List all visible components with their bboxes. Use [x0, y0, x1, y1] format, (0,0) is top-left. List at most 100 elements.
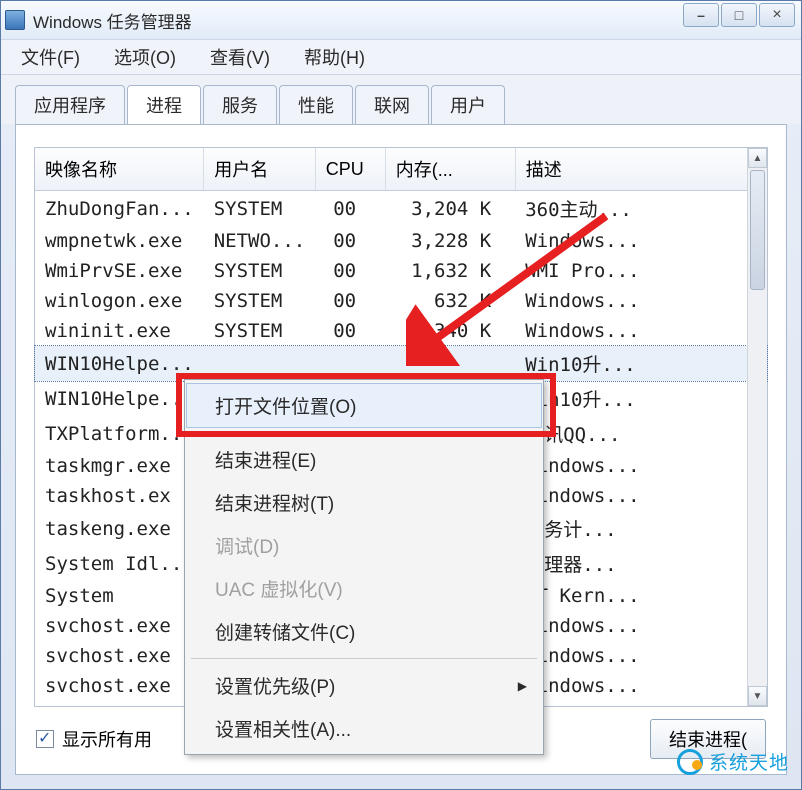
col-desc: Windows... [515, 671, 766, 701]
col-image: svchost.exe [35, 641, 204, 671]
col-image: TXPlatform... [35, 416, 204, 451]
col-desc: 任务计... [515, 511, 766, 546]
table-row[interactable]: wmpnetwk.exeNETWO...003,228 KWindows... [35, 226, 767, 256]
col-desc: Windows... [515, 481, 766, 511]
col-desc: Windows... [515, 286, 766, 316]
cm-debug: 调试(D) [187, 524, 541, 567]
tab-services[interactable]: 服务 [203, 85, 277, 124]
tab-networking[interactable]: 联网 [355, 85, 429, 124]
col-desc: Win10升... [515, 381, 766, 416]
col-image: WIN10Helpe... [35, 346, 204, 381]
col-desc: Windows... [515, 611, 766, 641]
col-desc: 处理器... [515, 546, 766, 581]
menu-file[interactable]: 文件(F) [13, 40, 88, 74]
watermark-logo-icon [677, 749, 703, 775]
col-desc: Windows... [515, 316, 766, 346]
scroll-thumb[interactable] [750, 170, 765, 290]
titlebar: Windows 任务管理器 [1, 1, 801, 39]
col-mem: 1,632 K [385, 256, 515, 286]
show-all-label: 显示所有用 [62, 726, 152, 752]
col-image: ZhuDongFan... [35, 191, 204, 227]
col-image: WIN10Helpe... [35, 381, 204, 416]
cm-separator [191, 432, 537, 433]
tab-processes[interactable]: 进程 [127, 85, 201, 124]
col-image: System [35, 581, 204, 611]
tab-performance[interactable]: 性能 [279, 85, 353, 124]
watermark-text: 系统天地 [709, 748, 789, 775]
watermark: 系统天地 [677, 748, 789, 775]
cm-separator [191, 658, 537, 659]
cm-set-affinity[interactable]: 设置相关性(A)... [187, 707, 541, 750]
menu-help[interactable]: 帮助(H) [296, 40, 373, 74]
col-cpu: 00 [315, 226, 385, 256]
col-cpu: 00 [315, 191, 385, 227]
col-description[interactable]: 描述 [515, 148, 766, 191]
col-user: SYSTEM [204, 316, 316, 346]
col-desc: Windows... [515, 451, 766, 481]
col-desc: 360主动... [515, 191, 766, 227]
col-desc: 腾讯QQ... [515, 416, 766, 451]
app-icon [5, 10, 25, 30]
cm-create-dump[interactable]: 创建转储文件(C) [187, 610, 541, 653]
col-user[interactable]: 用户名 [204, 148, 316, 191]
col-mem: 3,228 K [385, 226, 515, 256]
col-image: taskhost.ex [35, 481, 204, 511]
col-cpu: 00 [315, 316, 385, 346]
scroll-down-arrow[interactable]: ▼ [748, 686, 767, 706]
col-cpu[interactable]: CPU [315, 148, 385, 191]
table-row[interactable]: WIN10Helpe... Win10升... [35, 346, 767, 381]
col-image: svchost.exe [35, 671, 204, 701]
close-button[interactable] [759, 3, 795, 27]
table-row[interactable]: ZhuDongFan...SYSTEM003,204 K360主动... [35, 191, 767, 227]
col-image: WmiPrvSE.exe [35, 256, 204, 286]
col-image: taskmgr.exe [35, 451, 204, 481]
col-mem [385, 346, 515, 381]
col-desc: WMI Pro... [515, 256, 766, 286]
col-image: winlogon.exe [35, 286, 204, 316]
col-user [204, 346, 316, 381]
maximize-button[interactable] [721, 3, 757, 27]
col-user: NETWO... [204, 226, 316, 256]
col-desc: Windows... [515, 641, 766, 671]
col-desc: Windows... [515, 226, 766, 256]
col-cpu: 00 [315, 286, 385, 316]
col-image: wmpnetwk.exe [35, 226, 204, 256]
show-all-users-row[interactable]: 显示所有用 [36, 726, 152, 752]
tab-applications[interactable]: 应用程序 [15, 85, 125, 124]
task-manager-window: Windows 任务管理器 文件(F) 选项(O) 查看(V) 帮助(H) 应用… [0, 0, 802, 790]
table-row[interactable]: winlogon.exeSYSTEM00632 KWindows... [35, 286, 767, 316]
table-row[interactable]: WmiPrvSE.exeSYSTEM001,632 KWMI Pro... [35, 256, 767, 286]
tab-users[interactable]: 用户 [431, 85, 505, 124]
col-image: wininit.exe [35, 316, 204, 346]
col-memory[interactable]: 内存(... [385, 148, 515, 191]
cm-set-priority[interactable]: 设置优先级(P) [187, 664, 541, 707]
minimize-button[interactable] [683, 3, 719, 27]
scrollbar[interactable]: ▲ ▼ [747, 148, 767, 706]
col-mem: 3,204 K [385, 191, 515, 227]
cm-end-process-tree[interactable]: 结束进程树(T) [187, 481, 541, 524]
col-desc: NT Kern... [515, 581, 766, 611]
col-mem: 632 K [385, 286, 515, 316]
window-controls [683, 3, 795, 27]
col-cpu: 00 [315, 256, 385, 286]
col-desc: Win10升... [515, 346, 766, 381]
col-image-name[interactable]: 映像名称 [35, 148, 204, 191]
show-all-checkbox[interactable] [36, 730, 54, 748]
menu-options[interactable]: 选项(O) [106, 40, 184, 74]
cm-uac-virtualization: UAC 虚拟化(V) [187, 567, 541, 610]
menubar: 文件(F) 选项(O) 查看(V) 帮助(H) [1, 39, 801, 75]
table-row[interactable]: wininit.exeSYSTEM00340 KWindows... [35, 316, 767, 346]
cm-end-process[interactable]: 结束进程(E) [187, 438, 541, 481]
col-image: taskeng.exe [35, 511, 204, 546]
tab-strip: 应用程序 进程 服务 性能 联网 用户 [1, 75, 801, 124]
col-image: svchost.exe [35, 611, 204, 641]
cm-open-file-location[interactable]: 打开文件位置(O) [186, 383, 542, 428]
col-mem: 340 K [385, 316, 515, 346]
scroll-up-arrow[interactable]: ▲ [748, 148, 767, 168]
menu-view[interactable]: 查看(V) [202, 40, 278, 74]
context-menu: 打开文件位置(O) 结束进程(E) 结束进程树(T) 调试(D) UAC 虚拟化… [184, 379, 544, 755]
table-header-row: 映像名称 用户名 CPU 内存(... 描述 [35, 148, 767, 191]
col-image: System Idl... [35, 546, 204, 581]
col-user: SYSTEM [204, 286, 316, 316]
window-title: Windows 任务管理器 [33, 8, 192, 33]
